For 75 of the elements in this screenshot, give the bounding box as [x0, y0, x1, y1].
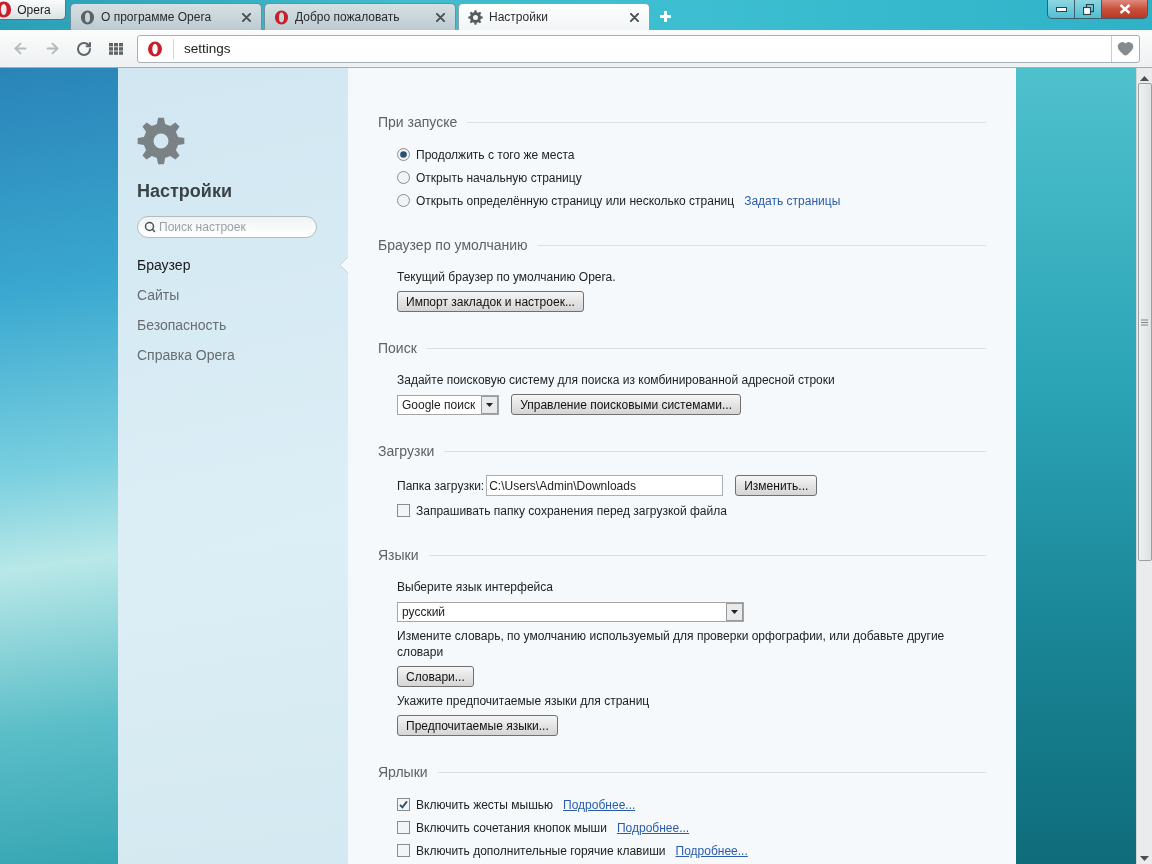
- section-heading: Поиск: [378, 340, 417, 356]
- checkbox[interactable]: [397, 821, 410, 834]
- scrollbar[interactable]: [1136, 68, 1152, 864]
- checkbox[interactable]: [397, 844, 410, 857]
- option-label: Включить дополнительные горячие клавиши: [416, 843, 666, 858]
- option-label: Открыть начальную страницу: [416, 170, 582, 185]
- address-bar[interactable]: settings: [137, 34, 1140, 63]
- close-icon: [1118, 4, 1131, 14]
- section-heading: Загрузки: [378, 443, 435, 459]
- heart-icon: [1117, 40, 1134, 57]
- description-text: Измените словарь, по умолчанию используемый для проверки орфографии, или добавьте другие словари: [397, 628, 946, 660]
- browser-tab[interactable]: О программе Opera: [70, 3, 262, 30]
- checkbox[interactable]: [397, 798, 410, 811]
- option-label: Запрашивать папку сохранения перед загрузкой файла: [416, 503, 727, 518]
- settings-button[interactable]: Импорт закладок и настроек...: [397, 291, 584, 312]
- option-label: Открыть определённую страницу или несколько страниц: [416, 193, 735, 208]
- sidebar-item[interactable]: Справка Opera: [137, 347, 235, 363]
- opera-logo-icon: [147, 40, 163, 57]
- sidebar-item[interactable]: Безопасность: [137, 317, 227, 333]
- search-field[interactable]: Поиск настроек: [137, 216, 317, 238]
- option-label: Продолжить с того же места: [416, 147, 575, 162]
- opera-menu-button[interactable]: Opera: [0, 0, 66, 20]
- browser-tab[interactable]: Настройки: [458, 3, 650, 30]
- description-text: Задайте поисковую систему для поиска из комбинированной адресной строки: [397, 372, 835, 388]
- gear-icon: [468, 9, 483, 25]
- grid-icon: [109, 42, 123, 55]
- scrollbar-thumb[interactable]: [1137, 83, 1152, 561]
- settings-button[interactable]: Изменить...: [735, 475, 818, 496]
- scroll-down-icon[interactable]: [1140, 856, 1149, 861]
- option-label: Включить сочетания кнопок мыши: [416, 820, 607, 835]
- minimize-icon: [1055, 6, 1067, 12]
- close-icon[interactable]: [242, 12, 251, 22]
- link[interactable]: Задать страницы: [744, 193, 841, 208]
- checkbox[interactable]: [397, 504, 410, 517]
- settings-button[interactable]: Предпочитаемые языки...: [397, 715, 558, 736]
- radio-button[interactable]: [397, 148, 410, 161]
- radio-button[interactable]: [397, 194, 410, 207]
- gear-icon: [137, 117, 185, 165]
- opera-logo-icon: [80, 9, 95, 25]
- dropdown[interactable]: Google поиск: [397, 394, 500, 415]
- address-field[interactable]: settings: [184, 38, 1111, 59]
- close-icon[interactable]: [630, 12, 639, 22]
- description-text: Укажите предпочитаемые языки для страниц: [397, 693, 650, 709]
- link[interactable]: Подробнее...: [563, 797, 636, 812]
- dropdown[interactable]: русский: [397, 601, 744, 622]
- link[interactable]: Подробнее...: [675, 843, 748, 858]
- section-heading: Языки: [378, 547, 419, 563]
- section-heading: Браузер по умолчанию: [378, 237, 528, 253]
- link[interactable]: Подробнее...: [616, 820, 690, 835]
- opera-logo-icon: [0, 1, 13, 18]
- grip-icon: [1141, 318, 1148, 326]
- section-heading: Ярлыки: [378, 764, 428, 780]
- search-icon: [144, 221, 156, 233]
- sidebar-item[interactable]: Сайты: [137, 287, 180, 303]
- section-heading: При запуске: [378, 114, 458, 130]
- restore-icon: [1082, 3, 1094, 15]
- field-label: Папка загрузки:: [397, 478, 485, 493]
- close-window-button[interactable]: [1101, 0, 1148, 19]
- settings-button[interactable]: Словари...: [397, 666, 474, 687]
- description-text: Текущий браузер по умолчанию Opera.: [397, 269, 616, 285]
- browser-tab[interactable]: Добро пожаловать: [264, 3, 456, 30]
- search-input[interactable]: Поиск настроек: [159, 220, 316, 234]
- opera-logo-icon: [274, 9, 289, 25]
- close-icon[interactable]: [436, 12, 445, 22]
- minimize-button[interactable]: [1047, 0, 1075, 19]
- option-label: Включить жесты мышью: [416, 797, 554, 812]
- description-text: Выберите язык интерфейса: [397, 579, 553, 595]
- restore-button[interactable]: [1074, 0, 1102, 19]
- folder-path-field[interactable]: C:\Users\Admin\Downloads: [486, 475, 724, 496]
- radio-button[interactable]: [397, 171, 410, 184]
- settings-button[interactable]: Управление поисковыми системами...: [511, 394, 742, 415]
- scroll-up-icon[interactable]: [1140, 76, 1149, 81]
- sidebar-item[interactable]: Браузер: [137, 257, 191, 273]
- sidebar-title: Настройки: [137, 181, 232, 202]
- reload-icon: [76, 40, 92, 57]
